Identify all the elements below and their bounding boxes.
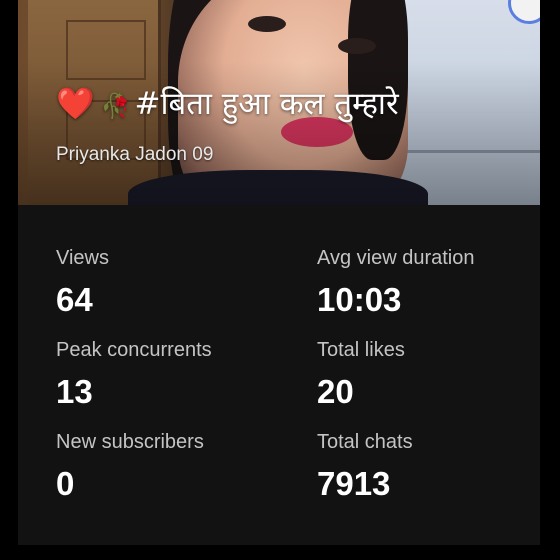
stat-label: Avg view duration: [317, 247, 475, 269]
stat-label: Total chats: [317, 431, 413, 453]
video-thumbnail[interactable]: ❤️ 🥀 #बिता हुआ कल तुम्हारे Priyanka Jadon …: [18, 0, 540, 205]
video-title-text: #बिता हुआ कल तुम्हारे: [134, 86, 399, 122]
stat-value: 13: [56, 373, 93, 410]
stat-value: 7913: [317, 465, 391, 502]
stat-total-chats: Total chats 7913: [317, 430, 413, 504]
stat-new-subscribers: New subscribers 0: [56, 430, 204, 504]
stat-label: Total likes: [317, 339, 405, 361]
screen: ❤️ 🥀 #बिता हुआ कल तुम्हारे Priyanka Jadon …: [0, 0, 560, 560]
channel-name: Priyanka Jadon 09: [56, 144, 214, 165]
stat-value: 0: [56, 465, 75, 502]
stat-views: Views 64: [56, 246, 109, 320]
left-edge: [0, 0, 18, 560]
stat-label: Peak concurrents: [56, 339, 212, 361]
stat-total-likes: Total likes 20: [317, 338, 405, 412]
stat-peak-concurrents: Peak concurrents 13: [56, 338, 212, 412]
right-edge: [540, 0, 560, 560]
stat-value: 10:03: [317, 281, 402, 318]
stream-stats-card: ❤️ 🥀 #बिता हुआ कल तुम्हारे Priyanka Jadon …: [18, 0, 540, 545]
wilted-rose-emoji-icon: 🥀: [100, 92, 131, 120]
stat-avg-view-duration: Avg view duration 10:03: [317, 246, 475, 320]
stat-value: 64: [56, 281, 93, 318]
heart-emoji-icon: ❤️: [56, 86, 95, 122]
stat-label: Views: [56, 247, 109, 269]
stat-label: New subscribers: [56, 431, 204, 453]
stat-value: 20: [317, 373, 354, 410]
video-title: ❤️ 🥀 #बिता हुआ कल तुम्हारे: [56, 82, 399, 124]
